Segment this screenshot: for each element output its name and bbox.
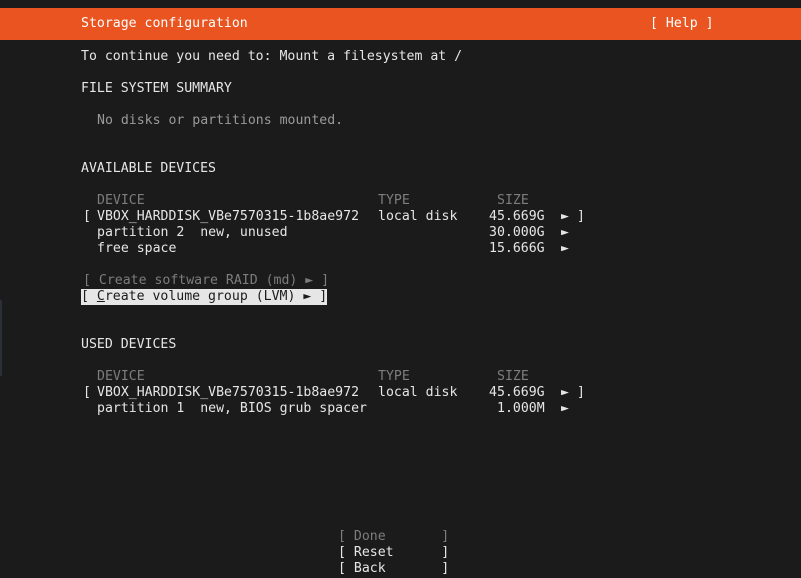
disk-size: 45.669G bbox=[489, 385, 545, 400]
instruction-text: To continue you need to: Mount a filesys… bbox=[81, 49, 463, 64]
available-heading: AVAILABLE DEVICES bbox=[81, 161, 216, 176]
partition-label: partition 2 new, unused bbox=[97, 225, 288, 240]
create-lvm-button[interactable]: [ Create volume group (LVM) ► ] bbox=[81, 289, 328, 305]
available-col-device: DEVICE bbox=[97, 193, 145, 208]
used-col-size: SIZE bbox=[497, 369, 529, 384]
header-bar: Storage configuration [ Help ] bbox=[0, 8, 801, 40]
used-col-type: TYPE bbox=[378, 369, 410, 384]
partition-size: 30.000G bbox=[489, 225, 545, 240]
left-edge-marker bbox=[0, 300, 2, 376]
bracket-close: ] bbox=[577, 209, 585, 224]
window-top-edge bbox=[0, 0, 801, 8]
summary-empty-text: No disks or partitions mounted. bbox=[97, 113, 344, 128]
available-col-size: SIZE bbox=[497, 193, 529, 208]
free-space-size: 15.666G bbox=[489, 241, 545, 256]
done-button[interactable]: [ Done ] bbox=[338, 529, 449, 545]
bracket-open: [ bbox=[83, 209, 91, 224]
partition-label: partition 1 new, BIOS grub spacer bbox=[97, 401, 367, 416]
reset-button[interactable]: [ Reset ] bbox=[338, 545, 449, 561]
lvm-label: reate volume group (LVM) ► ] bbox=[104, 289, 328, 304]
page-title: Storage configuration bbox=[81, 16, 248, 31]
summary-heading: FILE SYSTEM SUMMARY bbox=[81, 81, 232, 96]
available-col-type: TYPE bbox=[378, 193, 410, 208]
bracket-open: [ bbox=[83, 385, 91, 400]
lvm-hotkey: C bbox=[96, 289, 105, 304]
disk-name: VBOX_HARDDISK_VBe7570315-1b8ae972 bbox=[97, 385, 360, 400]
arrow-right-icon[interactable]: ► bbox=[561, 401, 569, 417]
back-button[interactable]: [ Back ] bbox=[338, 561, 449, 577]
arrow-right-icon[interactable]: ► bbox=[561, 209, 569, 225]
arrow-right-icon[interactable]: ► bbox=[561, 385, 569, 401]
disk-name: VBOX_HARDDISK_VBe7570315-1b8ae972 bbox=[97, 209, 360, 224]
bracket-close: ] bbox=[577, 385, 585, 400]
help-button[interactable]: [ Help ] bbox=[650, 16, 714, 32]
lvm-prefix: [ bbox=[81, 289, 97, 304]
arrow-right-icon[interactable]: ► bbox=[561, 241, 569, 257]
disk-type: local disk bbox=[378, 385, 458, 400]
disk-type: local disk bbox=[378, 209, 458, 224]
create-raid-button[interactable]: [ Create software RAID (md) ► ] bbox=[83, 273, 329, 289]
arrow-right-icon[interactable]: ► bbox=[561, 225, 569, 241]
used-col-device: DEVICE bbox=[97, 369, 145, 384]
free-space-label: free space bbox=[97, 241, 177, 256]
disk-size: 45.669G bbox=[489, 209, 545, 224]
used-heading: USED DEVICES bbox=[81, 337, 177, 352]
partition-size: 1.000M bbox=[497, 401, 545, 416]
